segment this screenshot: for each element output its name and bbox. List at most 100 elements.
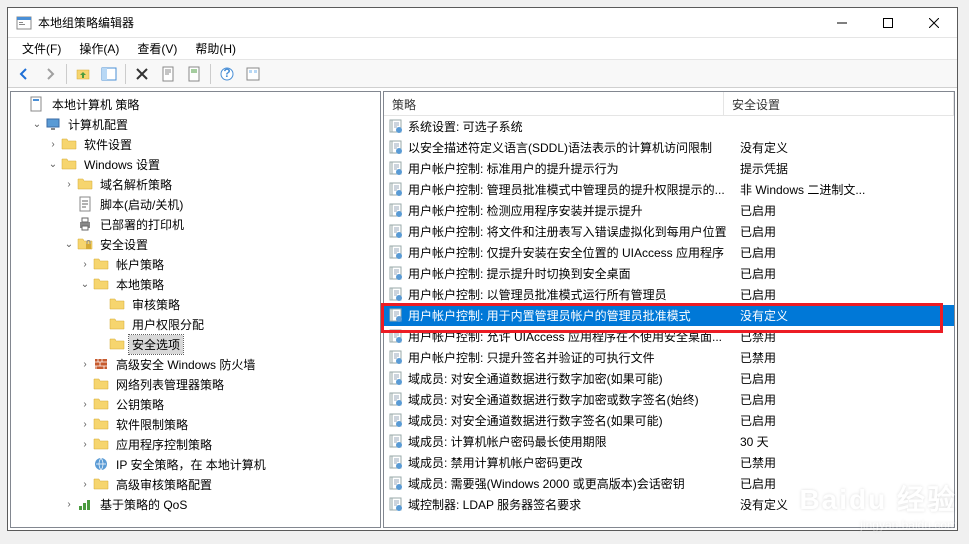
properties-button[interactable] <box>156 62 180 86</box>
tree-audit-policy[interactable]: 审核策略 <box>11 294 380 314</box>
tree-qos[interactable]: ›基于策略的 QoS <box>11 494 380 514</box>
chevron-right-icon[interactable]: › <box>77 419 93 430</box>
list-row[interactable]: 以安全描述符定义语言(SDDL)语法表示的计算机访问限制没有定义 <box>384 137 954 158</box>
list-row[interactable]: 系统设置: 可选子系统 <box>384 116 954 137</box>
close-button[interactable] <box>911 8 957 37</box>
chevron-down-icon[interactable]: ⌄ <box>77 279 93 290</box>
chevron-right-icon[interactable]: › <box>61 499 77 510</box>
chevron-right-icon[interactable]: › <box>77 479 93 490</box>
tree-app-control[interactable]: ›应用程序控制策略 <box>11 434 380 454</box>
policy-name: 域成员: 对安全通道数据进行数字加密或数字签名(始终) <box>408 391 740 408</box>
list-row[interactable]: 用户帐户控制: 检测应用程序安装并提示提升已启用 <box>384 200 954 221</box>
list-row[interactable]: 域成员: 对安全通道数据进行数字加密(如果可能)已启用 <box>384 368 954 389</box>
tree-security[interactable]: ⌄安全设置 <box>11 234 380 254</box>
tree-account-policy[interactable]: ›帐户策略 <box>11 254 380 274</box>
folder-icon <box>93 396 109 412</box>
tree-dns[interactable]: ›域名解析策略 <box>11 174 380 194</box>
tree-user-rights[interactable]: 用户权限分配 <box>11 314 380 334</box>
chevron-right-icon[interactable]: › <box>77 439 93 450</box>
chevron-right-icon[interactable]: › <box>61 179 77 190</box>
tree-security-options[interactable]: 安全选项 <box>11 334 380 354</box>
tree-pubkey[interactable]: ›公钥策略 <box>11 394 380 414</box>
chevron-right-icon[interactable]: › <box>77 259 93 270</box>
policy-name: 用户帐户控制: 允许 UIAccess 应用程序在不使用安全桌面... <box>408 328 740 345</box>
qos-icon <box>77 496 93 512</box>
policy-name: 用户帐户控制: 检测应用程序安装并提示提升 <box>408 202 740 219</box>
tree-computer-cfg[interactable]: ⌄计算机配置 <box>11 114 380 134</box>
tree-printers[interactable]: 已部署的打印机 <box>11 214 380 234</box>
show-hide-tree-button[interactable] <box>97 62 121 86</box>
chevron-right-icon[interactable]: › <box>77 359 93 370</box>
up-button[interactable] <box>71 62 95 86</box>
chevron-right-icon[interactable]: › <box>77 399 93 410</box>
tree-scripts[interactable]: 脚本(启动/关机) <box>11 194 380 214</box>
policy-name: 域成员: 禁用计算机帐户密码更改 <box>408 454 740 471</box>
list-row[interactable]: 用户帐户控制: 将文件和注册表写入错误虚拟化到每用户位置已启用 <box>384 221 954 242</box>
list-row[interactable]: 用户帐户控制: 管理员批准模式中管理员的提升权限提示的...非 Windows … <box>384 179 954 200</box>
policy-name: 域成员: 计算机帐户密码最长使用期限 <box>408 433 740 450</box>
back-button[interactable] <box>12 62 36 86</box>
list-row[interactable]: 用户帐户控制: 允许 UIAccess 应用程序在不使用安全桌面...已禁用 <box>384 326 954 347</box>
list-row[interactable]: 用户帐户控制: 只提升签名并验证的可执行文件已禁用 <box>384 347 954 368</box>
tree-root[interactable]: 本地计算机 策略 <box>11 94 380 114</box>
delete-button[interactable] <box>130 62 154 86</box>
tree-pane[interactable]: 本地计算机 策略 ⌄计算机配置 ›软件设置 ⌄Windows 设置 ›域名解析策… <box>10 91 381 528</box>
list-row[interactable]: 域成员: 对安全通道数据进行数字签名(如果可能)已启用 <box>384 410 954 431</box>
tree-audit-adv[interactable]: ›高级审核策略配置 <box>11 474 380 494</box>
policy-name: 用户帐户控制: 将文件和注册表写入错误虚拟化到每用户位置 <box>408 223 740 240</box>
ipsec-icon <box>93 456 109 472</box>
policy-setting: 提示凭据 <box>740 160 954 177</box>
tree-sw-restrict[interactable]: ›软件限制策略 <box>11 414 380 434</box>
forward-button[interactable] <box>38 62 62 86</box>
titlebar: 本地组策略编辑器 <box>8 8 957 38</box>
list-row[interactable]: 用户帐户控制: 用于内置管理员帐户的管理员批准模式没有定义 <box>384 305 954 326</box>
menubar: 文件(F) 操作(A) 查看(V) 帮助(H) <box>8 38 957 60</box>
tree-windows[interactable]: ⌄Windows 设置 <box>11 154 380 174</box>
col-policy-header[interactable]: 策略 <box>384 92 724 115</box>
col-setting-header[interactable]: 安全设置 <box>724 92 954 115</box>
chevron-down-icon[interactable]: ⌄ <box>61 239 77 250</box>
list-body[interactable]: 系统设置: 可选子系统以安全描述符定义语言(SDDL)语法表示的计算机访问限制没… <box>384 116 954 527</box>
menu-view[interactable]: 查看(V) <box>129 38 185 59</box>
tree-netlist[interactable]: 网络列表管理器策略 <box>11 374 380 394</box>
list-row[interactable]: 域成员: 需要强(Windows 2000 或更高版本)会话密钥已启用 <box>384 473 954 494</box>
policy-name: 域成员: 对安全通道数据进行数字加密(如果可能) <box>408 370 740 387</box>
list-row[interactable]: 用户帐户控制: 标准用户的提升提示行为提示凭据 <box>384 158 954 179</box>
tree-ipsec[interactable]: IP 安全策略，在 本地计算机 <box>11 454 380 474</box>
list-row[interactable]: 用户帐户控制: 提示提升时切换到安全桌面已启用 <box>384 263 954 284</box>
menu-action[interactable]: 操作(A) <box>71 38 127 59</box>
list-pane: 策略 安全设置 系统设置: 可选子系统以安全描述符定义语言(SDDL)语法表示的… <box>383 91 955 528</box>
folder-icon <box>93 276 109 292</box>
folder-icon <box>109 336 125 352</box>
help-button[interactable]: ? <box>215 62 239 86</box>
maximize-button[interactable] <box>865 8 911 37</box>
list-header: 策略 安全设置 <box>384 92 954 116</box>
policy-name: 以安全描述符定义语言(SDDL)语法表示的计算机访问限制 <box>408 139 740 156</box>
policy-setting: 非 Windows 二进制文... <box>740 181 954 198</box>
list-row[interactable]: 域控制器: LDAP 服务器签名要求没有定义 <box>384 494 954 515</box>
policy-setting: 已启用 <box>740 391 954 408</box>
policy-name: 用户帐户控制: 提示提升时切换到安全桌面 <box>408 265 740 282</box>
export-button[interactable] <box>182 62 206 86</box>
tree-software[interactable]: ›软件设置 <box>11 134 380 154</box>
list-row[interactable]: 域成员: 计算机帐户密码最长使用期限30 天 <box>384 431 954 452</box>
list-row[interactable]: 用户帐户控制: 仅提升安装在安全位置的 UIAccess 应用程序已启用 <box>384 242 954 263</box>
firewall-icon <box>93 356 109 372</box>
menu-help[interactable]: 帮助(H) <box>187 38 244 59</box>
refresh-button[interactable] <box>241 62 265 86</box>
policy-item-icon <box>388 476 404 492</box>
menu-file[interactable]: 文件(F) <box>14 38 69 59</box>
chevron-down-icon[interactable]: ⌄ <box>45 159 61 170</box>
minimize-button[interactable] <box>819 8 865 37</box>
chevron-right-icon[interactable]: › <box>45 139 61 150</box>
policy-item-icon <box>388 161 404 177</box>
list-row[interactable]: 域成员: 禁用计算机帐户密码更改已禁用 <box>384 452 954 473</box>
tree-local-policy[interactable]: ⌄本地策略 <box>11 274 380 294</box>
tree-firewall[interactable]: ›高级安全 Windows 防火墙 <box>11 354 380 374</box>
list-row[interactable]: 用户帐户控制: 以管理员批准模式运行所有管理员已启用 <box>384 284 954 305</box>
policy-name: 用户帐户控制: 标准用户的提升提示行为 <box>408 160 740 177</box>
folder-icon <box>61 156 77 172</box>
list-row[interactable]: 域成员: 对安全通道数据进行数字加密或数字签名(始终)已启用 <box>384 389 954 410</box>
policy-setting: 已启用 <box>740 265 954 282</box>
chevron-down-icon[interactable]: ⌄ <box>29 119 45 130</box>
